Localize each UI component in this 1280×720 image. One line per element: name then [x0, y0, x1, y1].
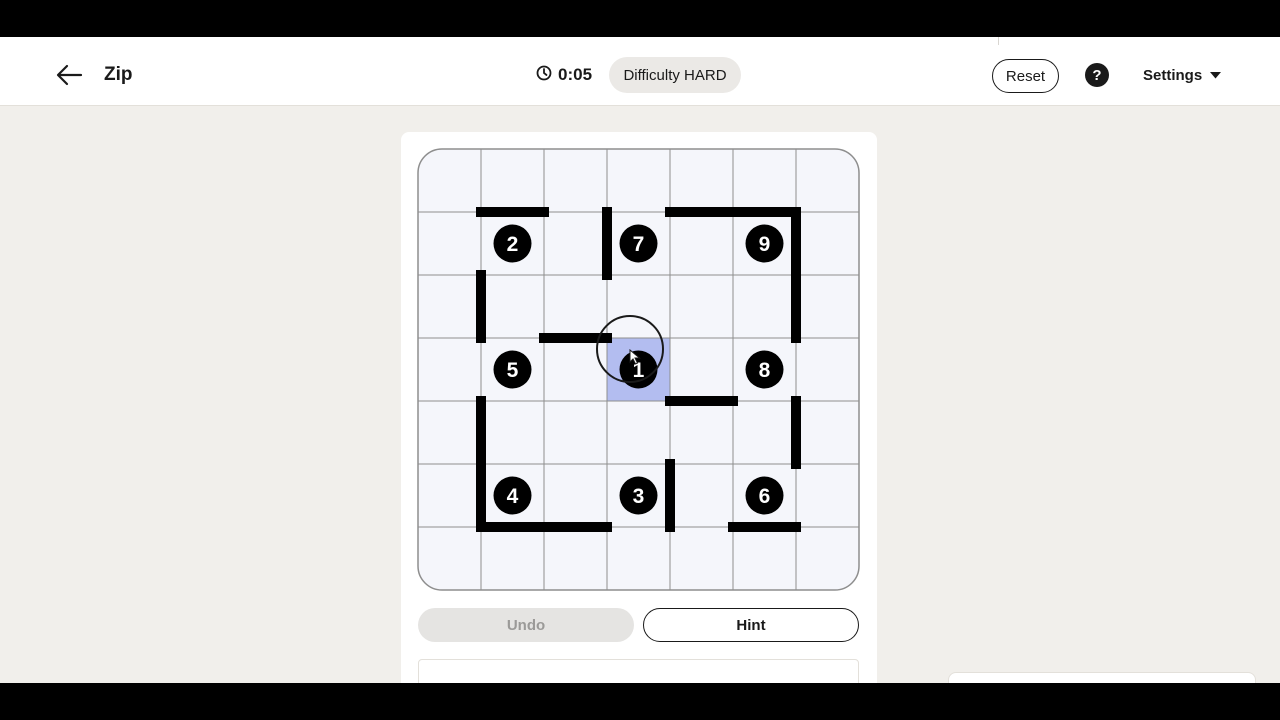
reset-button[interactable]: Reset [992, 59, 1059, 93]
timer-value: 0:05 [558, 65, 593, 84]
side-widget [948, 672, 1256, 683]
number-label: 2 [507, 233, 519, 256]
hint-button[interactable]: Hint [643, 608, 859, 642]
back-arrow-icon[interactable] [55, 63, 83, 87]
puzzle-grid[interactable]: 2 7 9 5 1 8 4 3 6 [417, 148, 860, 591]
puzzle-board[interactable]: 2 7 9 5 1 8 4 3 6 [417, 148, 860, 591]
app-viewport: Zip 0:05 Difficulty HARD Reset ? Setting… [0, 37, 1280, 683]
number-label: 6 [759, 485, 771, 508]
undo-button[interactable]: Undo [418, 608, 634, 642]
number-label: 9 [759, 233, 771, 256]
caret-down-icon [1210, 66, 1222, 84]
game-header: Zip 0:05 Difficulty HARD Reset ? Setting… [0, 45, 1280, 106]
number-label: 3 [633, 485, 645, 508]
difficulty-badge: Difficulty HARD [609, 57, 741, 93]
info-panel [418, 659, 859, 683]
game-title: Zip [104, 64, 133, 85]
settings-label: Settings [1143, 66, 1203, 84]
game-card: 2 7 9 5 1 8 4 3 6 Undo Hint [401, 132, 877, 683]
number-label: 1 [633, 359, 645, 382]
number-label: 7 [633, 233, 645, 256]
clock-icon [536, 65, 552, 86]
help-icon[interactable]: ? [1085, 63, 1109, 87]
number-label: 4 [507, 485, 519, 508]
strip-divider [998, 37, 999, 45]
number-label: 8 [759, 359, 771, 382]
timer: 0:05 [536, 64, 592, 86]
settings-dropdown[interactable]: Settings [1143, 63, 1222, 87]
number-label: 5 [507, 359, 519, 382]
